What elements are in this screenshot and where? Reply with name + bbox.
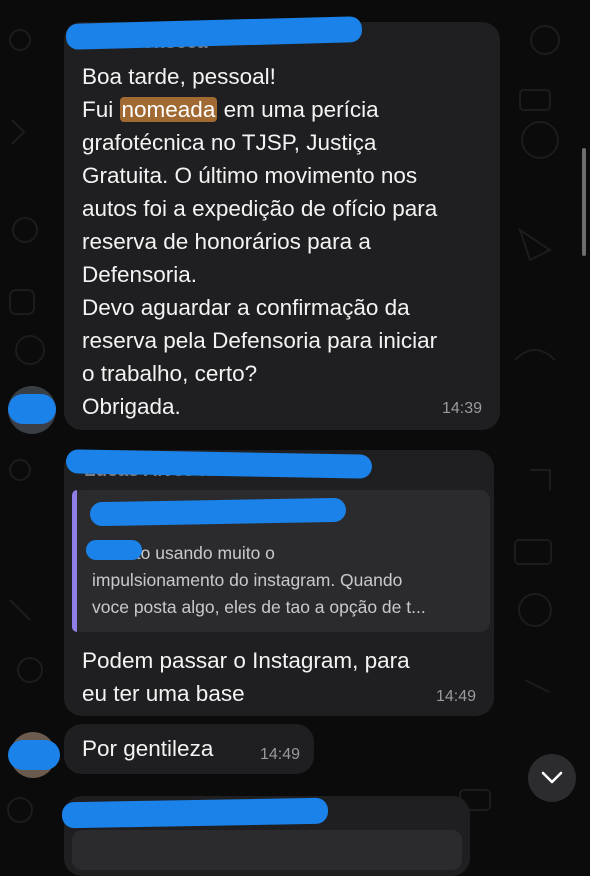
scrollbar[interactable]	[582, 148, 586, 256]
quoted-message-partial	[72, 830, 462, 870]
message-text-2: Podem passar o Instagram, para eu ter um…	[82, 648, 410, 706]
message-bubble-3[interactable]: Por gentileza 14:49	[64, 724, 314, 774]
redaction-avatar-2	[8, 740, 60, 770]
message-bubble-1[interactable]: Boa tarde, pessoal! Fui nomeada em uma p…	[64, 22, 500, 430]
message-text-1: Boa tarde, pessoal! Fui nomeada em uma p…	[82, 64, 438, 419]
message-time-3: 14:49	[259, 746, 300, 763]
highlighted-word: nomeada	[119, 97, 218, 122]
redaction-sender-4	[61, 797, 329, 829]
redaction-quoted-greeting	[86, 540, 142, 560]
redaction-quoted-sender	[89, 497, 347, 527]
message-text-3: Por gentileza	[82, 736, 214, 761]
message-time-1: 14:39	[441, 400, 482, 417]
quote-accent-bar	[72, 490, 77, 632]
redaction-avatar-1	[8, 394, 56, 424]
scroll-down-button[interactable]	[528, 754, 576, 802]
message-time-2: 14:49	[435, 688, 476, 705]
chevron-down-icon	[541, 771, 563, 784]
quoted-text: ... eu to usando muito o impulsionamento…	[92, 543, 426, 617]
